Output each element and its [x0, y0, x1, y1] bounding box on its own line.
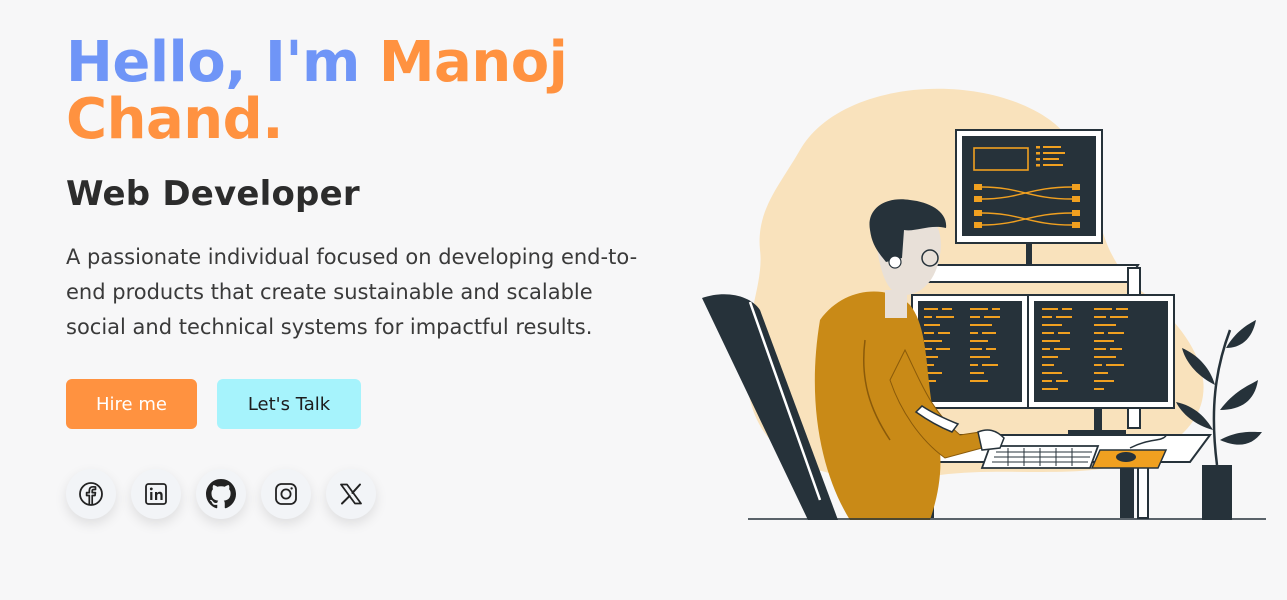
monitor-stand: [910, 264, 1140, 283]
social-links: [66, 469, 666, 519]
portfolio-hero-page: Hello, I'm Manoj Chand. Web Developer A …: [0, 0, 1287, 600]
hero-greeting: Hello, I'm: [66, 30, 379, 95]
x-icon: [340, 483, 362, 505]
linkedin-link[interactable]: [131, 469, 181, 519]
facebook-link[interactable]: [66, 469, 116, 519]
github-link[interactable]: [196, 469, 246, 519]
instagram-icon: [275, 483, 297, 505]
x-link[interactable]: [326, 469, 376, 519]
cta-buttons: Hire me Let's Talk: [66, 379, 666, 429]
linkedin-icon: [145, 483, 167, 505]
lets-talk-button[interactable]: Let's Talk: [217, 379, 361, 429]
hero-section: Hello, I'm Manoj Chand. Web Developer A …: [66, 34, 666, 519]
instagram-link[interactable]: [261, 469, 311, 519]
hero-name-first: Manoj: [378, 30, 568, 95]
facebook-icon: [79, 482, 103, 506]
hero-name-last: Chand.: [66, 87, 283, 152]
developer-illustration: [702, 88, 1266, 520]
github-icon: [206, 479, 236, 509]
hero-bio: A passionate individual focused on devel…: [66, 245, 638, 339]
hero-title: Hello, I'm Manoj Chand.: [66, 34, 666, 148]
hire-me-button[interactable]: Hire me: [66, 379, 197, 429]
hero-role: Web Developer: [66, 174, 360, 214]
